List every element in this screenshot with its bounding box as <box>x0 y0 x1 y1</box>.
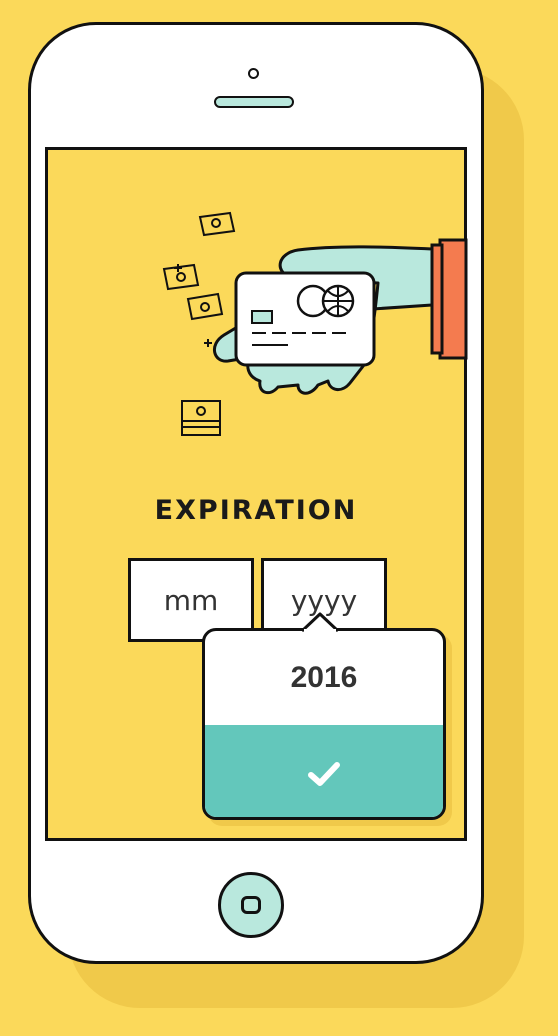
camera-dot <box>248 68 259 79</box>
year-picker-value[interactable]: 2016 <box>205 631 443 725</box>
confirm-year-button[interactable] <box>205 725 443 817</box>
speaker-slot <box>214 96 294 108</box>
sleeve <box>438 238 468 360</box>
page-title: EXPIRATION <box>154 495 358 526</box>
phone-frame: EXPIRATION mm yyyy 2016 <box>28 22 484 964</box>
money-bill-icon <box>186 292 224 321</box>
popup-pointer <box>300 612 340 632</box>
home-button[interactable] <box>218 872 284 938</box>
checkmark-icon <box>308 762 340 786</box>
year-picker-popup: 2016 <box>202 628 446 820</box>
money-bill-icon <box>198 211 236 237</box>
money-stack-icon <box>181 400 221 436</box>
home-icon <box>241 896 261 914</box>
hand-holding-card-illustration <box>162 211 468 436</box>
phone-screen: EXPIRATION mm yyyy 2016 <box>45 147 468 841</box>
credit-card-icon <box>234 271 376 367</box>
